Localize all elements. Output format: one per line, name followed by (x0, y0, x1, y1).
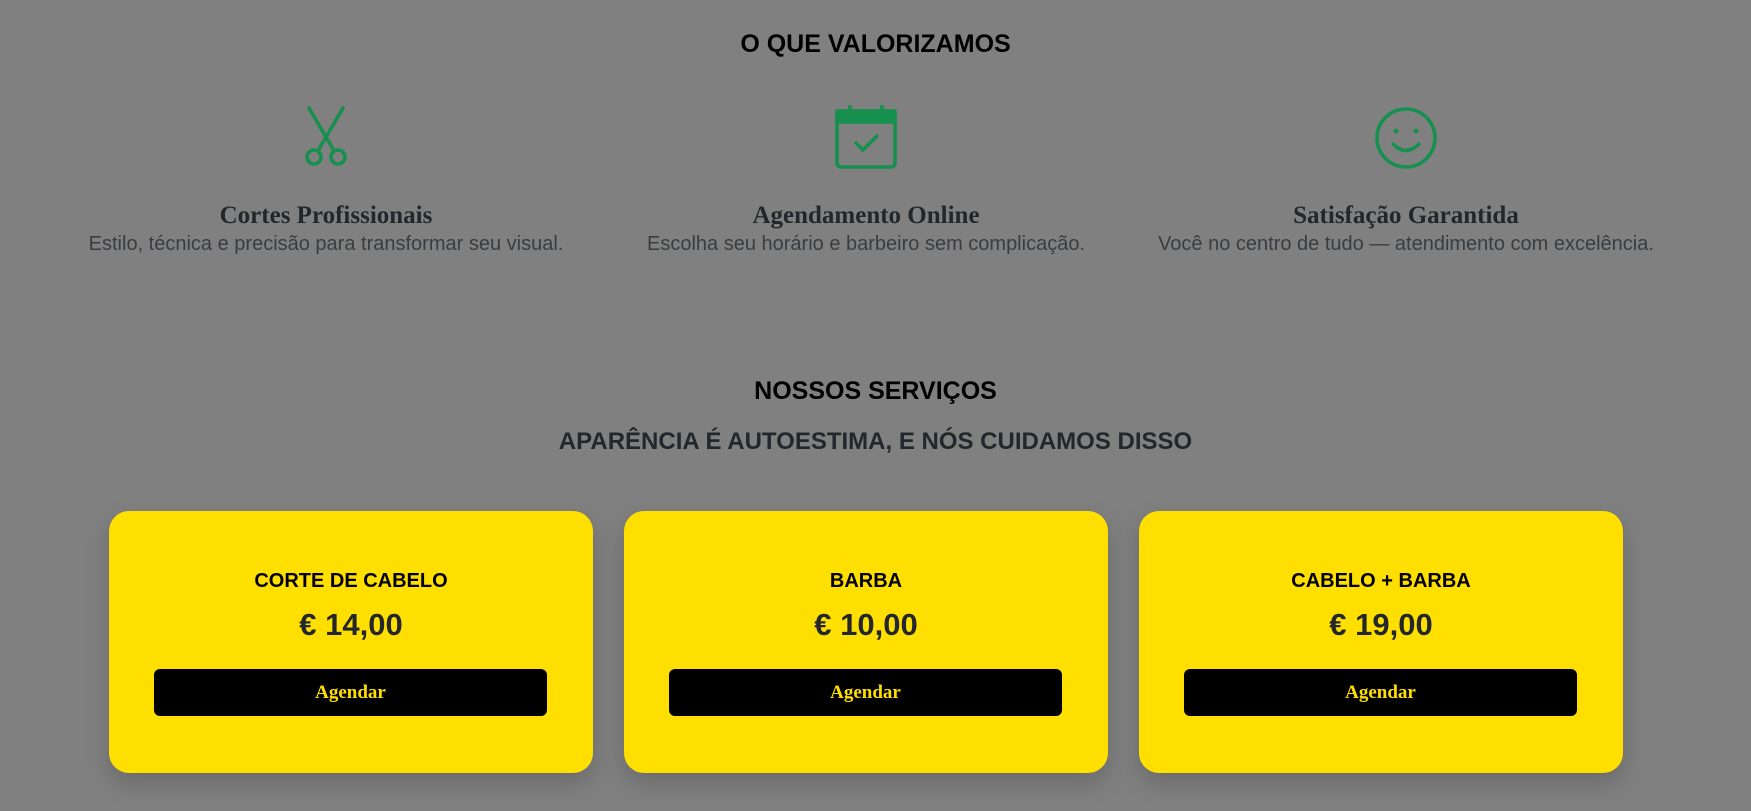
calendar-check-icon (835, 105, 897, 169)
value-item-cortes: Cortes Profissionais Estilo, técnica e p… (36, 105, 616, 257)
service-price: € 10,00 (814, 607, 918, 642)
service-price: € 19,00 (1329, 607, 1433, 642)
value-item-satisfacao: Satisfação Garantida Você no centro de t… (1116, 105, 1696, 257)
value-heading: Satisfação Garantida (1293, 202, 1519, 229)
service-name: BARBA (829, 570, 903, 592)
service-card-cabelo-barba: CABELO + BARBA € 19,00 Agendar (1139, 511, 1623, 773)
agendar-button[interactable]: Agendar (1184, 669, 1577, 716)
agendar-button[interactable]: Agendar (154, 669, 547, 716)
service-price: € 14,00 (299, 607, 403, 642)
values-section-title: O QUE VALORIZAMOS (740, 30, 1011, 58)
value-description: Escolha seu horário e barbeiro sem compl… (647, 233, 1085, 255)
smiley-icon (1375, 107, 1437, 169)
value-description: Estilo, técnica e precisão para transfor… (88, 233, 564, 255)
value-heading: Cortes Profissionais (219, 202, 433, 229)
service-card-barba: BARBA € 10,00 Agendar (624, 511, 1108, 773)
agendar-button[interactable]: Agendar (669, 669, 1062, 716)
value-description: Você no centro de tudo — atendimento com… (1158, 233, 1654, 255)
scissors-icon (305, 106, 347, 166)
service-name: CABELO + BARBA (1291, 570, 1471, 592)
services-subtitle: APARÊNCIA É AUTOESTIMA, E NÓS CUIDAMOS D… (558, 428, 1193, 455)
value-item-agendamento: Agendamento Online Escolha seu horário e… (576, 105, 1156, 257)
services-section-title: NOSSOS SERVIÇOS (754, 377, 997, 405)
service-name: CORTE DE CABELO (254, 570, 448, 592)
value-heading: Agendamento Online (752, 202, 980, 229)
service-card-corte: CORTE DE CABELO € 14,00 Agendar (109, 511, 593, 773)
